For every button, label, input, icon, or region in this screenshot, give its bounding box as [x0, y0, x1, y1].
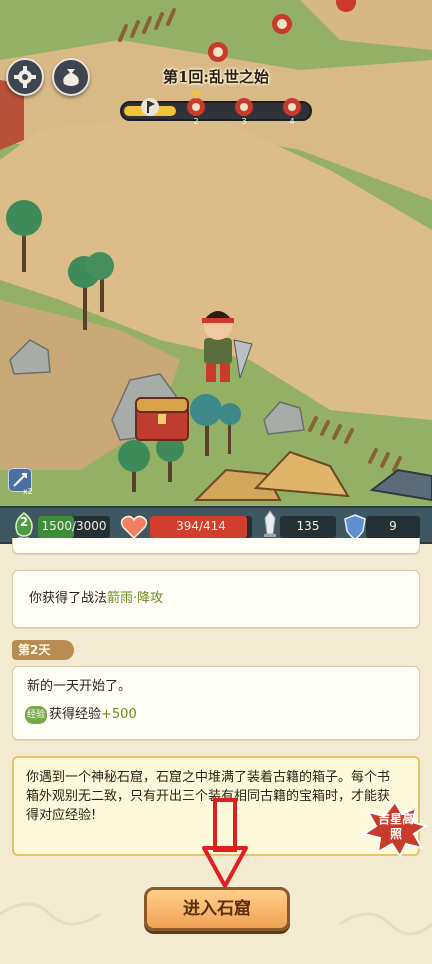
previous-card	[12, 538, 420, 554]
new-day-message: 新的一天开始了。	[27, 679, 132, 694]
exp-value: 1500/3000	[41, 519, 107, 533]
day-card: 新的一天开始了。 经验 获得经验+500	[12, 666, 420, 740]
flag-icon	[141, 98, 159, 116]
stage-number: 2	[193, 117, 199, 126]
lucky-star-stamp: 吉星高照	[361, 800, 429, 858]
stage-node-icon	[283, 98, 301, 116]
defense-value: 9	[389, 519, 397, 533]
current-stage-marker-icon	[190, 91, 202, 99]
tactic-prefix: 你获得了战法	[29, 591, 108, 606]
stage-node-icon	[187, 98, 205, 116]
stage-number: 4	[289, 117, 295, 126]
event-log[interactable]: 你获得了战法箭雨·降攻 第2天 新的一天开始了。 经验 获得经验+500 你遇到一…	[0, 538, 432, 964]
chapter-progress-bar: 2 3 4	[120, 91, 312, 126]
exp-gain-value: +500	[101, 707, 137, 722]
day-tag: 第2天	[12, 640, 74, 660]
exp-badge-icon: 经验	[25, 705, 47, 724]
heart-icon	[120, 515, 148, 540]
tactic-message: 你获得了战法箭雨·降攻	[29, 589, 163, 609]
arrow-skill-icon	[13, 473, 27, 487]
skill-count: x2	[23, 487, 33, 496]
exp-bar: 1500/3000	[38, 516, 110, 538]
game-map[interactable]: 第1回:乱世之始 2 3 4 x2	[0, 0, 432, 506]
exp-gain-text: 获得经验	[49, 707, 102, 722]
defense-box: 9	[366, 516, 420, 538]
tactic-card: 你获得了战法箭雨·降攻	[12, 570, 420, 628]
chapter-title: 第1回:乱世之始	[163, 68, 269, 86]
attack-value: 135	[296, 519, 320, 533]
stage-number: 3	[241, 117, 247, 126]
hp-bar: 394/414	[150, 516, 252, 538]
stamp-text: 吉星高照	[377, 812, 414, 841]
hp-value: 394/414	[176, 519, 226, 533]
attack-box: 135	[280, 516, 336, 538]
enter-cave-button[interactable]: 进入石窟	[144, 887, 290, 931]
exp-gain-row: 经验 获得经验+500	[25, 705, 137, 725]
highlight-arrow-icon	[202, 798, 248, 888]
stage-node-icon	[235, 98, 253, 116]
shield-icon	[344, 514, 366, 540]
level-value: 2	[19, 515, 29, 529]
tactic-name: 箭雨·降攻	[107, 591, 164, 606]
